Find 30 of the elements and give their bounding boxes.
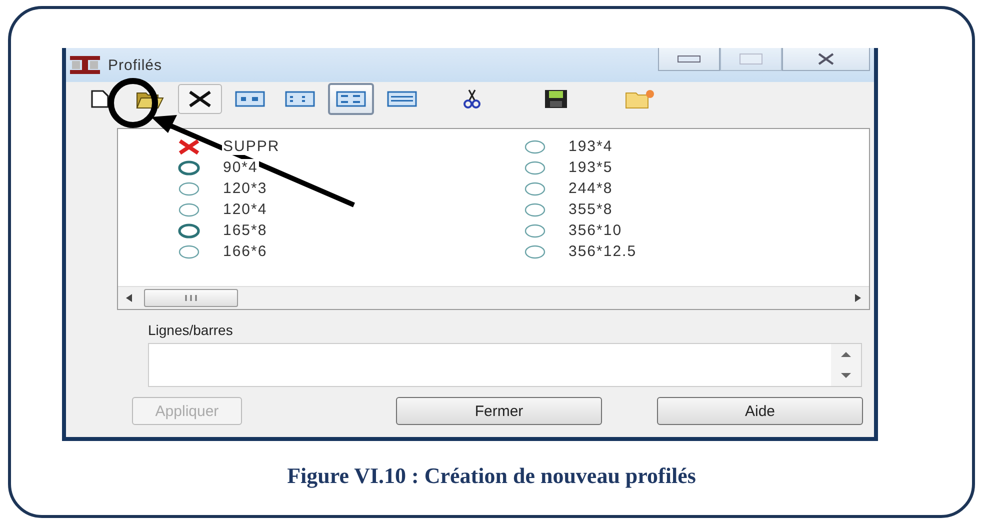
toolbar-button[interactable] xyxy=(178,84,222,114)
new-document-icon xyxy=(88,87,112,111)
grip-icon xyxy=(184,294,198,302)
view-icon xyxy=(285,90,315,108)
right-arrow-icon[interactable] xyxy=(855,294,861,302)
horizontal-scrollbar[interactable] xyxy=(118,286,869,309)
window-title: Profilés xyxy=(108,56,164,74)
details-view-icon xyxy=(387,90,417,108)
up-arrow-icon[interactable] xyxy=(841,352,851,357)
minimize-icon xyxy=(677,54,701,64)
minimize-button[interactable] xyxy=(658,48,720,71)
scissors-icon xyxy=(461,88,483,110)
beam-icon xyxy=(70,56,100,74)
folder-tag-icon xyxy=(624,88,656,110)
view-icon xyxy=(235,90,265,108)
close-icon xyxy=(817,53,835,65)
scroll-thumb[interactable] xyxy=(144,289,238,307)
dialog-button[interactable]: Fermer xyxy=(396,397,602,425)
spin-control[interactable] xyxy=(831,344,861,386)
group-label: Lignes/barres xyxy=(148,322,234,338)
profile-label[interactable]: SUPPR xyxy=(222,138,281,155)
highlight-circle xyxy=(108,78,158,128)
dialog-button[interactable]: Aide xyxy=(657,397,863,425)
figure-caption: Figure VI.10 : Création de nouveau profilés xyxy=(286,463,697,489)
close-button[interactable] xyxy=(782,48,870,71)
left-arrow-icon[interactable] xyxy=(126,294,132,302)
list-view-icon xyxy=(336,90,366,108)
lines-field[interactable] xyxy=(148,343,862,387)
down-arrow-icon[interactable] xyxy=(841,373,851,378)
maximize-icon xyxy=(739,53,763,65)
